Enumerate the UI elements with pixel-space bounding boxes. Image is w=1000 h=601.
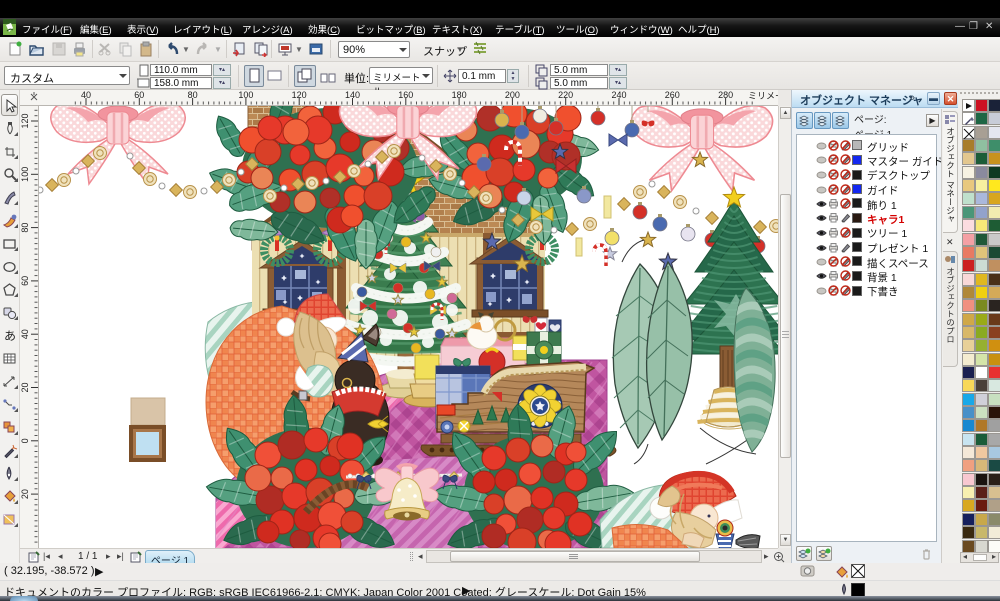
svg-text:60: 60 xyxy=(20,276,30,286)
svg-text:280: 280 xyxy=(718,90,733,100)
svg-text:20: 20 xyxy=(20,382,30,392)
svg-text:100: 100 xyxy=(238,90,253,100)
svg-text:260: 260 xyxy=(665,90,680,100)
svg-text:あ: あ xyxy=(4,329,16,343)
svg-text:240: 240 xyxy=(611,90,626,100)
svg-text:120: 120 xyxy=(20,113,30,128)
svg-text:40: 40 xyxy=(20,329,30,339)
svg-text:120: 120 xyxy=(292,90,307,100)
svg-text:220: 220 xyxy=(558,90,573,100)
svg-text:100: 100 xyxy=(20,167,30,182)
svg-text:180: 180 xyxy=(452,90,467,100)
svg-text:60: 60 xyxy=(134,90,144,100)
svg-text:ミリメートル: ミリメートル xyxy=(748,91,778,101)
svg-text:200: 200 xyxy=(505,90,520,100)
svg-text:20: 20 xyxy=(20,489,30,499)
svg-text:40: 40 xyxy=(81,90,91,100)
svg-text:140: 140 xyxy=(345,90,360,100)
svg-text:80: 80 xyxy=(188,90,198,100)
svg-text:160: 160 xyxy=(398,90,413,100)
svg-text:80: 80 xyxy=(20,223,30,233)
svg-text:0: 0 xyxy=(20,438,30,443)
